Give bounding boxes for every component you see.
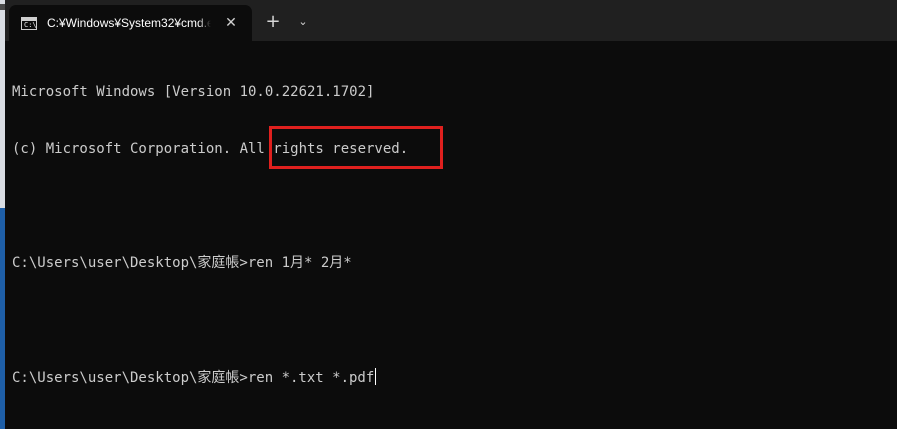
text-cursor: [375, 368, 377, 385]
chevron-down-icon[interactable]: ⌄: [292, 11, 314, 33]
tab-cmd[interactable]: C:\ C:¥Windows¥System32¥cmd.exe ✕: [9, 5, 252, 41]
terminal-line: Microsoft Windows [Version 10.0.22621.17…: [12, 84, 375, 100]
terminal-current-text: C:\Users\user\Desktop\家庭帳>ren *.txt *.pd…: [12, 370, 375, 386]
terminal-output[interactable]: Microsoft Windows [Version 10.0.22621.17…: [12, 45, 892, 425]
terminal-current-line[interactable]: C:\Users\user\Desktop\家庭帳>ren *.txt *.pd…: [12, 368, 892, 387]
cmd-icon: C:\: [21, 16, 37, 30]
terminal-line: C:\Users\user\Desktop\家庭帳>ren 1月* 2月*: [12, 255, 352, 271]
cmd-icon-glyph: C:\: [24, 20, 37, 29]
terminal-window: C:\ C:¥Windows¥System32¥cmd.exe ✕ + ⌄ Mi…: [5, 0, 897, 429]
highlight-annotation: [269, 126, 443, 169]
close-icon[interactable]: ✕: [222, 14, 240, 32]
tab-title: C:¥Windows¥System32¥cmd.exe: [47, 16, 211, 30]
terminal-line: (c) Microsoft Corporation. All rights re…: [12, 141, 409, 157]
title-bar[interactable]: C:\ C:¥Windows¥System32¥cmd.exe ✕ + ⌄: [5, 0, 897, 41]
new-tab-button[interactable]: +: [262, 11, 284, 33]
